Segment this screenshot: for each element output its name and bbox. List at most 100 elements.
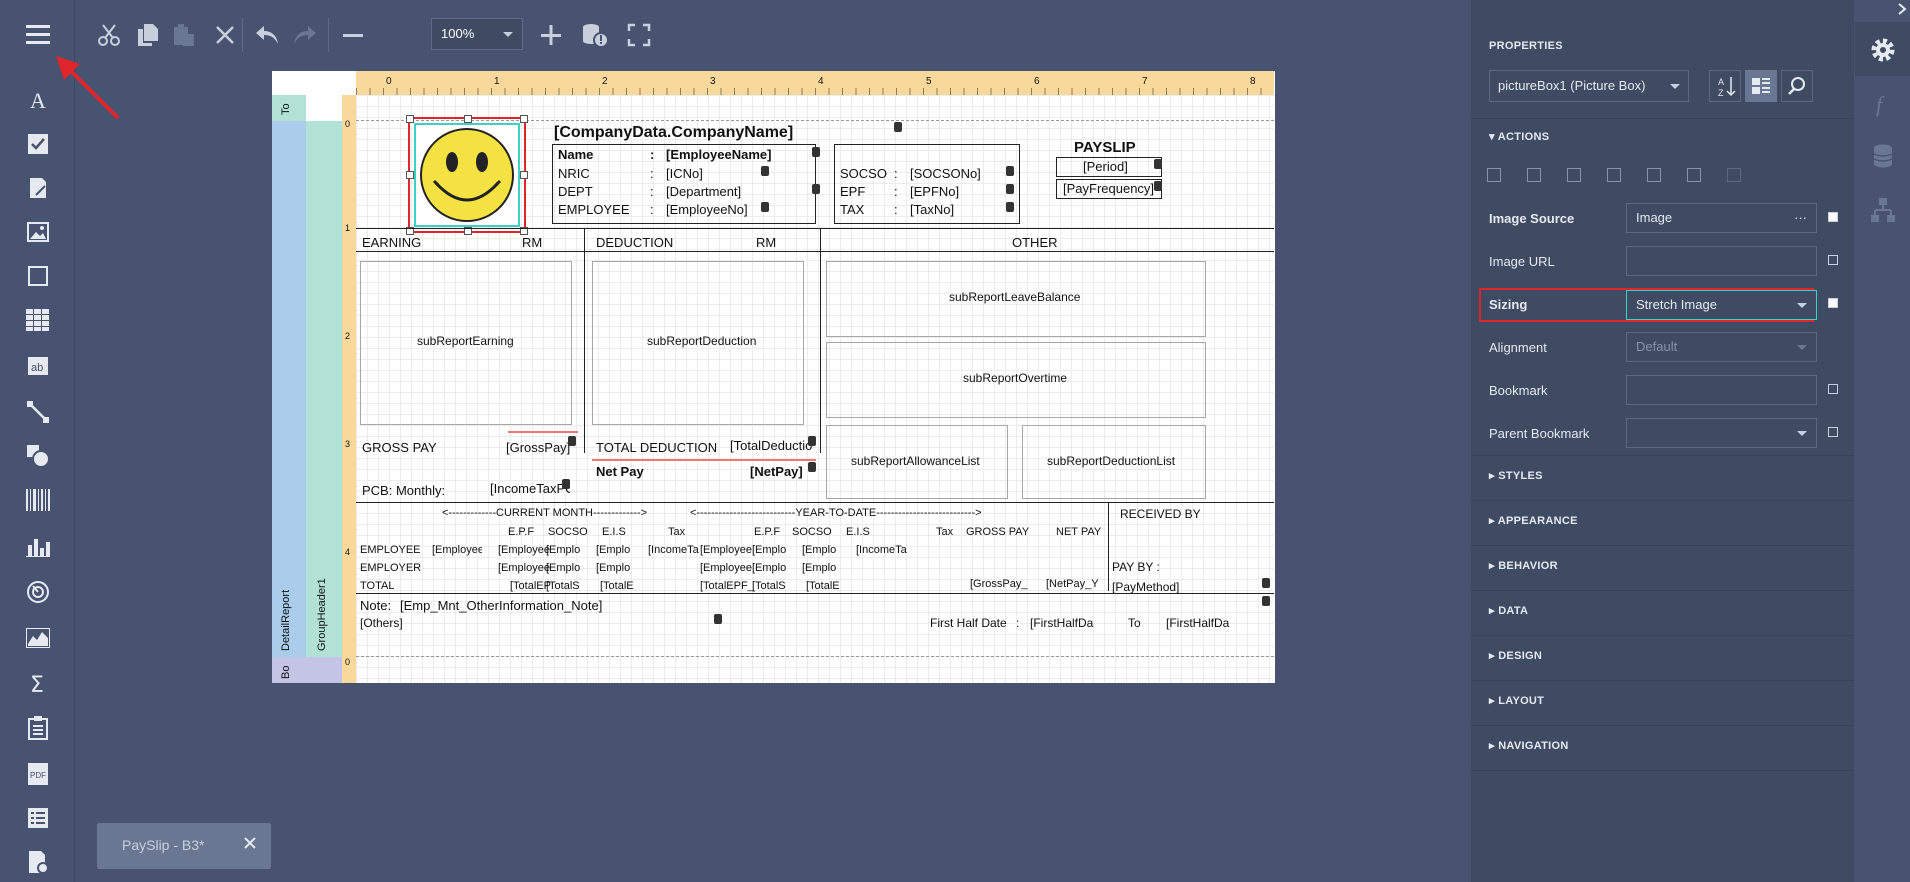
field-list-tab-database-icon[interactable] <box>1855 128 1910 184</box>
section-navigation[interactable]: ▸ NAVIGATION <box>1489 739 1569 752</box>
table-cell[interactable]: [TotalS <box>546 580 588 592</box>
search-icon[interactable] <box>1781 70 1813 102</box>
validate-bindings-icon[interactable] <box>577 17 613 53</box>
table-cell[interactable]: [Emplo <box>752 562 794 574</box>
detail-report-band[interactable]: DetailReport <box>272 121 306 657</box>
zoom-in-icon[interactable] <box>533 17 569 53</box>
table-cell[interactable]: [Employee <box>700 562 758 574</box>
table-cell[interactable]: [Employee <box>432 544 482 556</box>
parent-bookmark-select[interactable] <box>1626 418 1817 448</box>
pcb-label[interactable]: PCB: Monthly: <box>362 483 445 498</box>
delete-icon[interactable] <box>207 17 243 53</box>
categorized-view-icon[interactable] <box>1745 70 1777 102</box>
image-url-field[interactable] <box>1626 246 1817 276</box>
table-cell[interactable]: [NetPay_Y <box>1046 578 1104 590</box>
checkbox-tool-icon[interactable] <box>19 126 57 162</box>
employee-value-field[interactable]: [EmployeeNo] <box>666 202 748 217</box>
pdf-signature-tool-icon[interactable] <box>19 844 57 880</box>
bottom-margin-band[interactable]: Bo <box>272 657 342 683</box>
subreport-leave-balance[interactable]: subReportLeaveBalance <box>826 261 1206 337</box>
pay-method-field[interactable]: [PayMethod] <box>1112 580 1222 594</box>
ellipsis-icon[interactable]: ··· <box>1794 204 1807 232</box>
name-value-field[interactable]: [EmployeeName] <box>666 147 771 162</box>
table-cell[interactable]: [Emplo <box>596 544 638 556</box>
rm-header[interactable]: RM <box>756 235 776 250</box>
image-source-field[interactable]: Image ··· <box>1626 203 1817 233</box>
gross-pay-label[interactable]: GROSS PAY <box>362 440 437 455</box>
table-cell[interactable]: [Employee <box>700 544 758 556</box>
shape-tool-icon[interactable] <box>19 438 57 474</box>
resize-handle[interactable] <box>464 115 472 123</box>
paste-icon[interactable] <box>166 17 202 53</box>
first-half-date-field[interactable]: [FirstHalfDa <box>1030 616 1100 630</box>
tax-value-field[interactable]: [TaxNo] <box>910 202 954 217</box>
table-cell[interactable]: [IncomeTa <box>856 544 916 556</box>
pdf-content-tool-icon[interactable]: PDF <box>19 756 57 792</box>
section-behavior[interactable]: ▸ BEHAVIOR <box>1489 559 1558 572</box>
collapse-panel-icon[interactable] <box>1895 2 1909 16</box>
properties-tab-gear-icon[interactable] <box>1855 22 1910 78</box>
bookmark-marker[interactable] <box>1828 384 1838 394</box>
zoom-out-icon[interactable] <box>335 17 371 53</box>
section-data[interactable]: ▸ DATA <box>1489 604 1528 617</box>
pcb-field[interactable]: [IncomeTaxPC <box>490 481 570 496</box>
image-url-marker[interactable] <box>1828 255 1838 265</box>
subreport-deduction-list[interactable]: subReportDeductionList <box>1022 425 1206 499</box>
resize-handle[interactable] <box>520 171 528 179</box>
table-cell[interactable]: [GrossPay_ <box>970 578 1032 590</box>
panel-tool-icon[interactable] <box>19 258 57 294</box>
first-half-date-label[interactable]: First Half Date <box>930 616 1007 630</box>
undo-icon[interactable] <box>249 17 285 53</box>
sparkline-tool-icon[interactable] <box>19 620 57 656</box>
note-label[interactable]: Note: <box>360 598 391 613</box>
table-tool-icon[interactable] <box>19 302 57 338</box>
line-tool-icon[interactable] <box>19 394 57 430</box>
current-month-header[interactable]: <-------------CURRENT MONTH-------------… <box>442 507 647 519</box>
top-margin-band[interactable]: To <box>272 95 306 121</box>
component-selector[interactable]: pictureBox1 (Picture Box) <box>1489 70 1689 102</box>
subreport-allowance-list[interactable]: subReportAllowanceList <box>826 425 1008 499</box>
group-header-band[interactable]: GroupHeader1 <box>306 121 342 657</box>
report-explorer-tab-hierarchy-icon[interactable] <box>1855 182 1910 238</box>
others-field[interactable]: [Others] <box>360 616 403 630</box>
sizing-select[interactable]: Stretch Image <box>1626 290 1817 320</box>
total-deduction-field[interactable]: [TotalDeductio <box>730 438 814 453</box>
picture-box-tool-icon[interactable] <box>19 214 57 250</box>
table-cell[interactable]: [Emplo <box>752 544 794 556</box>
bring-to-front-icon[interactable] <box>1647 168 1661 182</box>
align-to-grid-icon[interactable] <box>1487 168 1501 182</box>
deduction-header[interactable]: DEDUCTION <box>596 235 673 250</box>
note-field[interactable]: [Emp_Mnt_OtherInformation_Note] <box>400 598 1000 613</box>
page-info-tool-icon[interactable] <box>19 710 57 746</box>
barcode-tool-icon[interactable] <box>19 482 57 518</box>
first-half-date-field[interactable]: [FirstHalfDa <box>1166 616 1238 630</box>
resize-handle[interactable] <box>520 115 528 123</box>
resize-handle[interactable] <box>406 115 414 123</box>
table-cell[interactable]: [TotalE <box>600 580 638 592</box>
chart-tool-icon[interactable] <box>19 528 57 564</box>
resize-handle[interactable] <box>406 171 414 179</box>
table-cell[interactable]: [TotalE <box>806 580 844 592</box>
zoom-select[interactable]: 100% <box>431 18 523 50</box>
section-layout[interactable]: ▸ LAYOUT <box>1489 694 1544 707</box>
pay-by-label[interactable]: PAY BY : <box>1112 560 1160 574</box>
sizing-marker[interactable] <box>1828 298 1838 308</box>
hamburger-menu-icon[interactable] <box>19 16 57 52</box>
section-design[interactable]: ▸ DESIGN <box>1489 649 1542 662</box>
dept-value-field[interactable]: [Department] <box>666 184 741 199</box>
table-cell[interactable]: [TotalEPF_ <box>700 580 760 592</box>
table-cell[interactable]: [IncomeTa <box>648 544 708 556</box>
gauge-tool-icon[interactable] <box>19 574 57 610</box>
copy-icon[interactable] <box>130 17 166 53</box>
table-of-contents-tool-icon[interactable] <box>19 800 57 836</box>
cut-icon[interactable] <box>91 17 127 53</box>
table-cell[interactable]: [Emplo <box>596 562 638 574</box>
picture-box-selected[interactable] <box>406 115 528 235</box>
table-cell[interactable]: [TotalS <box>752 580 794 592</box>
table-cell[interactable]: [Emplo <box>546 562 588 574</box>
table-cell[interactable]: [Emplo <box>546 544 588 556</box>
rm-header[interactable]: RM <box>522 235 542 250</box>
bookmark-field[interactable] <box>1626 375 1817 405</box>
anchor-icon[interactable] <box>1727 168 1741 182</box>
socso-value-field[interactable]: [SOCSONo] <box>910 166 981 181</box>
